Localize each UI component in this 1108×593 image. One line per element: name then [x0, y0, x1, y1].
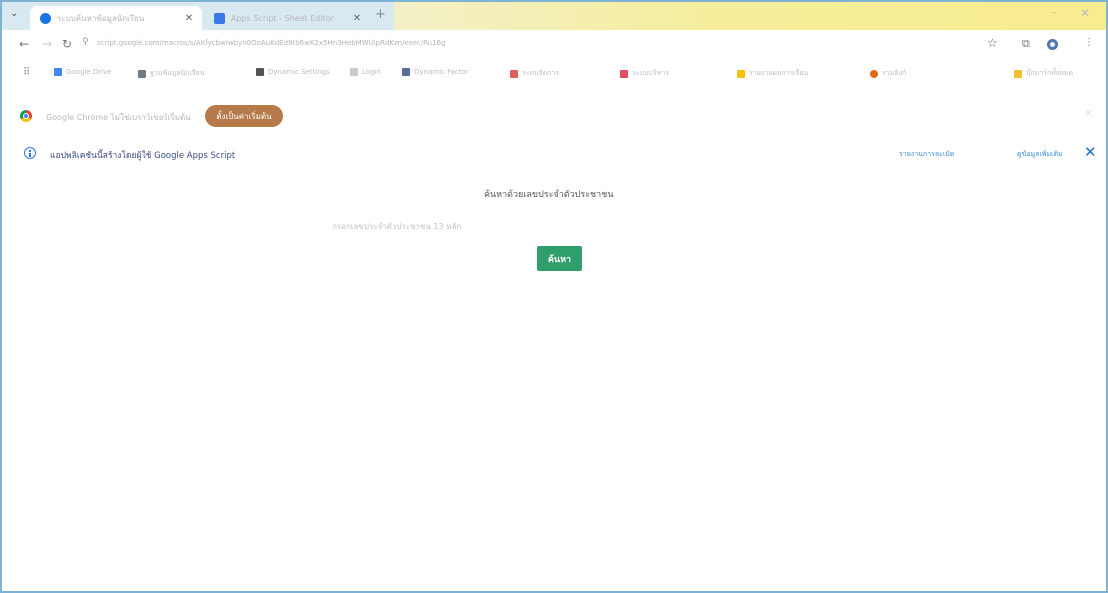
extensions-icon[interactable]: ⧉	[1022, 37, 1030, 51]
default-browser-bar: Google Chrome ไม่ใช่เบราว์เซอร์เริ่มต้น …	[2, 100, 1106, 134]
address-bar: ← → ↻ ⚲ script.google.com/macros/s/AKfyc…	[2, 30, 1106, 60]
bookmark-favicon-icon	[54, 68, 62, 76]
apps-grid-icon[interactable]: ⠿	[23, 67, 30, 78]
tab-strip-background	[394, 2, 1106, 30]
search-button[interactable]: ค้นหา	[537, 246, 582, 271]
tab-strip: ⌄ ระบบค้นหาข้อมูลนักเรียน ✕ Apps Script …	[2, 2, 1106, 30]
window-close-icon[interactable]: ✕	[1080, 6, 1090, 20]
notice-close-icon[interactable]: ✕	[1084, 143, 1097, 161]
bookmark-item[interactable]: ระบบบริหาร	[620, 68, 669, 79]
tab-title: ระบบค้นหาข้อมูลนักเรียน	[57, 13, 145, 23]
bookmark-item[interactable]: Google Drive	[54, 68, 112, 76]
bookmark-item[interactable]: รวมลิงก์	[870, 68, 906, 79]
id-number-input[interactable]	[332, 218, 672, 234]
tab-apps-script[interactable]: Apps Script - Sheet Editor ✕	[204, 6, 370, 30]
bookmark-favicon-icon	[510, 69, 518, 78]
browser-window: ⌄ ระบบค้นหาข้อมูลนักเรียน ✕ Apps Script …	[0, 0, 1108, 593]
bookmark-item[interactable]: ระบบจัดการ	[510, 68, 559, 79]
default-browser-text: Google Chrome ไม่ใช่เบราว์เซอร์เริ่มต้น	[46, 113, 191, 122]
set-default-button[interactable]: ตั้งเป็นค่าเริ่มต้น	[205, 105, 283, 127]
more-menu-icon[interactable]: ⋮	[1084, 37, 1094, 48]
bookmark-favicon-icon	[256, 68, 264, 76]
url-text[interactable]: script.google.com/macros/s/AKfycbwIwbyn0…	[97, 39, 797, 47]
bookmark-favicon-icon	[350, 68, 358, 76]
bookmark-item[interactable]: รายงานผลการเรียน	[737, 68, 808, 79]
tab-active[interactable]: ระบบค้นหาข้อมูลนักเรียน ✕	[30, 6, 202, 30]
bookmark-favicon-icon	[737, 69, 745, 78]
page-title: ค้นหาด้วยเลขประจำตัวประชาชน	[484, 190, 614, 200]
new-tab-icon[interactable]: +	[375, 7, 386, 22]
tab-favicon-icon	[40, 12, 51, 24]
apps-script-icon	[214, 12, 225, 24]
forward-icon[interactable]: →	[42, 37, 52, 51]
bookmark-item[interactable]: ฐานข้อมูลนักเรียน	[138, 68, 205, 79]
bookmark-item[interactable]: Dynamic Factor	[402, 68, 469, 76]
info-icon	[24, 147, 36, 159]
tab-close-icon[interactable]: ✕	[350, 13, 364, 24]
bookmark-favicon-icon	[870, 69, 878, 78]
bookmarks-bar: ⠿ Google Drive ฐานข้อมูลนักเรียน Dynamic…	[2, 67, 1106, 90]
profile-avatar-icon[interactable]	[1047, 39, 1058, 50]
apps-script-notice-bar: แอปพลิเคชันนี้สร้างโดยผู้ใช้ Google Apps…	[2, 140, 1106, 168]
bookmark-favicon-icon	[138, 69, 146, 78]
report-abuse-link[interactable]: รายงานการละเมิด	[899, 149, 954, 160]
tab-search-icon[interactable]: ⌄	[10, 8, 18, 19]
all-bookmarks[interactable]: บุ๊กมาร์กทั้งหมด	[1014, 68, 1073, 79]
page-content: ค้นหาด้วยเลขประจำตัวประชาชน ค้นหา	[2, 174, 1106, 591]
minimize-icon[interactable]: –	[1052, 8, 1057, 18]
bookmark-item[interactable]: Login	[350, 68, 381, 76]
notice-text: แอปพลิเคชันนี้สร้างโดยผู้ใช้ Google Apps…	[50, 151, 236, 161]
back-icon[interactable]: ←	[19, 37, 29, 51]
site-info-icon[interactable]: ⚲	[82, 37, 89, 47]
tab-title: Apps Script - Sheet Editor	[231, 13, 334, 23]
reload-icon[interactable]: ↻	[62, 37, 72, 51]
chrome-icon	[20, 110, 32, 122]
bookmark-favicon-icon	[620, 69, 628, 78]
bookmark-star-icon[interactable]: ☆	[987, 36, 998, 50]
default-bar-close-icon[interactable]: ✕	[1084, 108, 1092, 119]
bookmark-item[interactable]: Dynamic Settings	[256, 68, 330, 76]
folder-icon	[1014, 69, 1022, 78]
learn-more-link[interactable]: ดูข้อมูลเพิ่มเติม	[1017, 149, 1063, 160]
tab-close-icon[interactable]: ✕	[182, 13, 196, 24]
bookmark-favicon-icon	[402, 68, 410, 76]
